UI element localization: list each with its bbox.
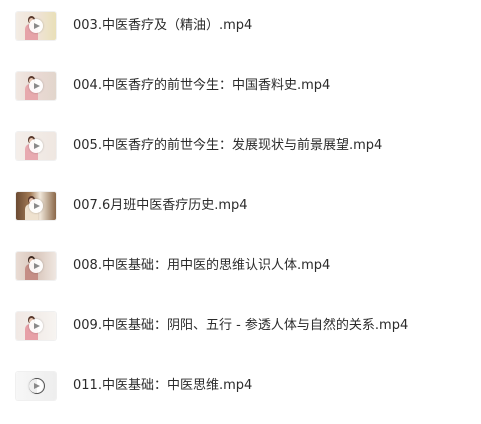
- play-icon: [29, 259, 43, 273]
- file-item[interactable]: 005.中医香疗的前世今生：发展现状与前景展望.mp4: [16, 131, 456, 161]
- play-icon: [29, 139, 43, 153]
- file-name[interactable]: 009.中医基础：阴阳、五行 - 参透人体与自然的关系.mp4: [73, 317, 408, 335]
- file-item[interactable]: 004.中医香疗的前世今生：中国香料史.mp4: [16, 71, 456, 101]
- play-icon: [29, 319, 43, 333]
- video-thumbnail[interactable]: [16, 252, 56, 280]
- file-item[interactable]: 007.6月班中医香疗历史.mp4: [16, 191, 456, 221]
- video-thumbnail[interactable]: [16, 312, 56, 340]
- file-item[interactable]: 011.中医基础：中医思维.mp4: [16, 371, 456, 401]
- file-name[interactable]: 007.6月班中医香疗历史.mp4: [73, 197, 248, 215]
- play-icon: [29, 379, 43, 393]
- play-icon: [29, 19, 43, 33]
- file-item[interactable]: 008.中医基础：用中医的思维认识人体.mp4: [16, 251, 456, 281]
- video-thumbnail[interactable]: [16, 12, 56, 40]
- file-name[interactable]: 008.中医基础：用中医的思维认识人体.mp4: [73, 257, 330, 275]
- video-thumbnail[interactable]: [16, 372, 56, 400]
- video-file-list: 003.中医香疗及（精油）.mp4 004.中医香疗的前世今生：中国香料史.mp…: [0, 0, 481, 424]
- video-thumbnail[interactable]: [16, 132, 56, 160]
- play-icon: [29, 199, 43, 213]
- file-name[interactable]: 004.中医香疗的前世今生：中国香料史.mp4: [73, 77, 330, 95]
- video-thumbnail[interactable]: [16, 192, 56, 220]
- file-name[interactable]: 005.中医香疗的前世今生：发展现状与前景展望.mp4: [73, 137, 382, 155]
- file-item[interactable]: 003.中医香疗及（精油）.mp4: [16, 11, 456, 41]
- file-name[interactable]: 003.中医香疗及（精油）.mp4: [73, 17, 252, 35]
- file-item[interactable]: 009.中医基础：阴阳、五行 - 参透人体与自然的关系.mp4: [16, 311, 456, 341]
- video-thumbnail[interactable]: [16, 72, 56, 100]
- file-name[interactable]: 011.中医基础：中医思维.mp4: [73, 377, 252, 395]
- play-icon: [29, 79, 43, 93]
